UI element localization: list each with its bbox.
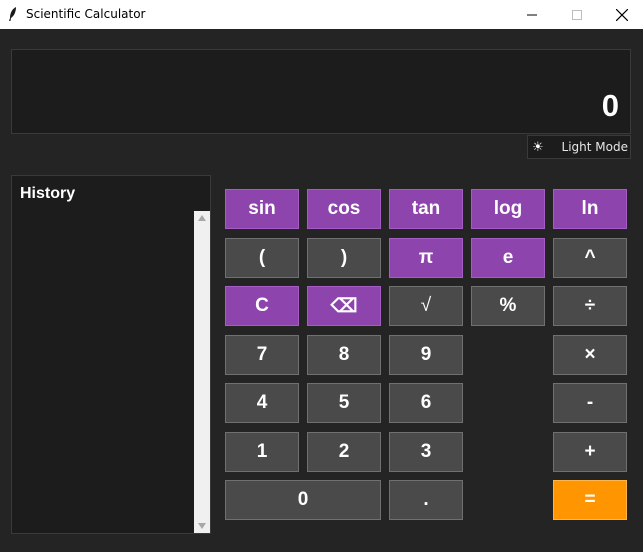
feather-icon xyxy=(9,7,16,21)
calculator-display: 0 xyxy=(11,49,631,134)
digit-2-button[interactable]: 2 xyxy=(307,432,381,472)
log-button[interactable]: log xyxy=(471,189,545,229)
maximize-icon xyxy=(572,9,582,20)
multiply-button[interactable]: × xyxy=(553,335,627,375)
close-button[interactable] xyxy=(599,0,643,29)
clear-button[interactable]: C xyxy=(225,286,299,326)
digit-1-button[interactable]: 1 xyxy=(225,432,299,472)
scroll-down-arrow-icon[interactable] xyxy=(198,523,206,529)
display-value: 0 xyxy=(601,88,619,123)
digit-4-button[interactable]: 4 xyxy=(225,383,299,423)
maximize-button[interactable] xyxy=(554,0,600,29)
history-panel: History xyxy=(11,175,211,534)
sin-button[interactable]: sin xyxy=(225,189,299,229)
digit-6-button[interactable]: 6 xyxy=(389,383,463,423)
cos-button[interactable]: cos xyxy=(307,189,381,229)
history-title: History xyxy=(20,185,76,202)
digit-3-button[interactable]: 3 xyxy=(389,432,463,472)
minimize-icon xyxy=(527,14,537,15)
ln-button[interactable]: ln xyxy=(553,189,627,229)
subtract-button[interactable]: - xyxy=(553,383,627,423)
minimize-button[interactable] xyxy=(509,0,555,29)
theme-toggle-button[interactable]: ☀ Light Mode xyxy=(527,135,631,159)
add-button[interactable]: + xyxy=(553,432,627,472)
percent-button[interactable]: % xyxy=(471,286,545,326)
sun-icon: ☀ xyxy=(532,139,544,154)
decimal-button[interactable]: . xyxy=(389,480,463,520)
backspace-button[interactable]: ⌫ xyxy=(307,286,381,326)
close-icon xyxy=(616,8,628,21)
close-paren-button[interactable]: ) xyxy=(307,238,381,278)
power-button[interactable]: ^ xyxy=(553,238,627,278)
pi-button[interactable]: π xyxy=(389,238,463,278)
digit-5-button[interactable]: 5 xyxy=(307,383,381,423)
theme-toggle-label: Light Mode xyxy=(561,140,628,154)
window-title: Scientific Calculator xyxy=(26,7,146,21)
digit-0-button[interactable]: 0 xyxy=(225,480,381,520)
tan-button[interactable]: tan xyxy=(389,189,463,229)
equals-button[interactable]: = xyxy=(553,480,627,520)
digit-8-button[interactable]: 8 xyxy=(307,335,381,375)
digit-7-button[interactable]: 7 xyxy=(225,335,299,375)
scroll-up-arrow-icon[interactable] xyxy=(198,215,206,221)
digit-9-button[interactable]: 9 xyxy=(389,335,463,375)
e-button[interactable]: e xyxy=(471,238,545,278)
history-scrollbar[interactable] xyxy=(194,211,210,533)
title-bar: Scientific Calculator xyxy=(0,0,643,29)
open-paren-button[interactable]: ( xyxy=(225,238,299,278)
sqrt-button[interactable]: √ xyxy=(389,286,463,326)
divide-button[interactable]: ÷ xyxy=(553,286,627,326)
